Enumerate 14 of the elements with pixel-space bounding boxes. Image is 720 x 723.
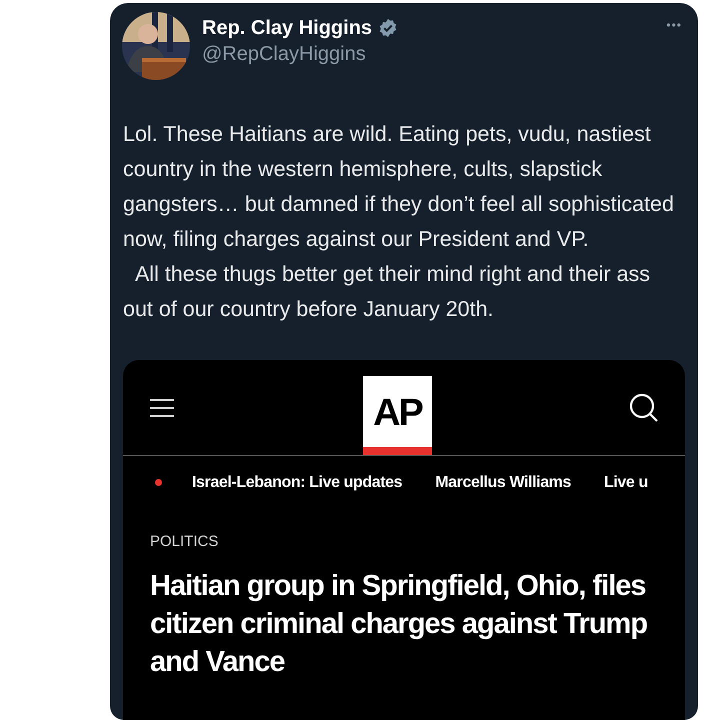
nav-link[interactable]: Live u xyxy=(604,470,648,494)
logo[interactable]: AP xyxy=(363,376,432,455)
nav-link[interactable]: Marcellus Williams xyxy=(435,470,572,494)
tweet-text: All these thugs better get their mind right and their ass out of our country before January 20th. xyxy=(123,261,652,323)
section-label[interactable]: POLITICS xyxy=(150,531,658,554)
more-button[interactable]: ••• xyxy=(666,16,682,34)
nav-link[interactable]: Israel-Lebanon: Live updates xyxy=(192,470,402,494)
article-screenshot[interactable]: AP Israel-Lebanon: Live updates Marcellus Williams Live u POLITICS Haitian group in Springfield, Ohio, files citizen criminal charges against Trump and Vance xyxy=(123,360,685,720)
search-icon[interactable] xyxy=(629,392,659,422)
author-handle[interactable]: @RepClayHiggins xyxy=(202,41,666,67)
author-name[interactable]: Rep. Clay Higgins xyxy=(202,15,372,41)
menu-icon[interactable] xyxy=(149,398,175,418)
tweet-text: Lol. These Haitians are wild. Eating pets, vudu, nastiest country in the western hemisphere, cults, slapstick gangsters… but damned if they don’t feel all sophisticated now, filing charges against our President and VP. xyxy=(123,121,675,253)
article-headline[interactable]: Haitian group in Springfield, Ohio, files citizen criminal charges against Trump and Vance xyxy=(150,566,670,680)
